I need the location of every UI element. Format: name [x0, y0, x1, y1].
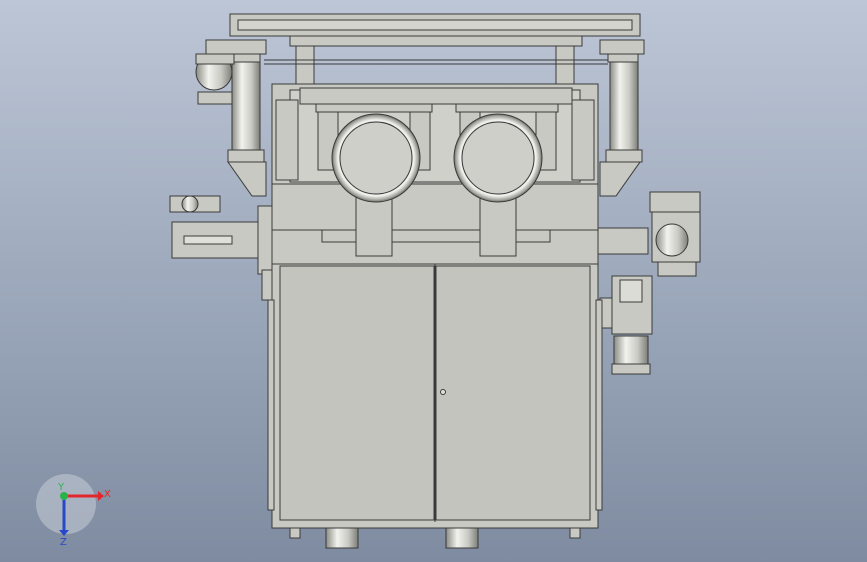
- z-axis-label: Z: [60, 537, 67, 548]
- cabinet: [267, 263, 603, 529]
- machine-assembly-drawing[interactable]: X Y Z: [0, 0, 867, 562]
- x-axis-label: X: [104, 489, 111, 500]
- left-side-assembly: [169, 195, 273, 301]
- left-column: [195, 53, 267, 197]
- top-frame: [205, 13, 645, 87]
- right-side-assembly: [597, 191, 701, 375]
- right-column: [599, 61, 643, 197]
- bottom-outlets: [289, 527, 581, 549]
- graphics-viewport[interactable]: X Y Z: [0, 0, 867, 562]
- y-axis-label: Y: [57, 482, 65, 493]
- y-axis-dot: [60, 492, 68, 500]
- axis-triad: X Y Z: [36, 474, 111, 548]
